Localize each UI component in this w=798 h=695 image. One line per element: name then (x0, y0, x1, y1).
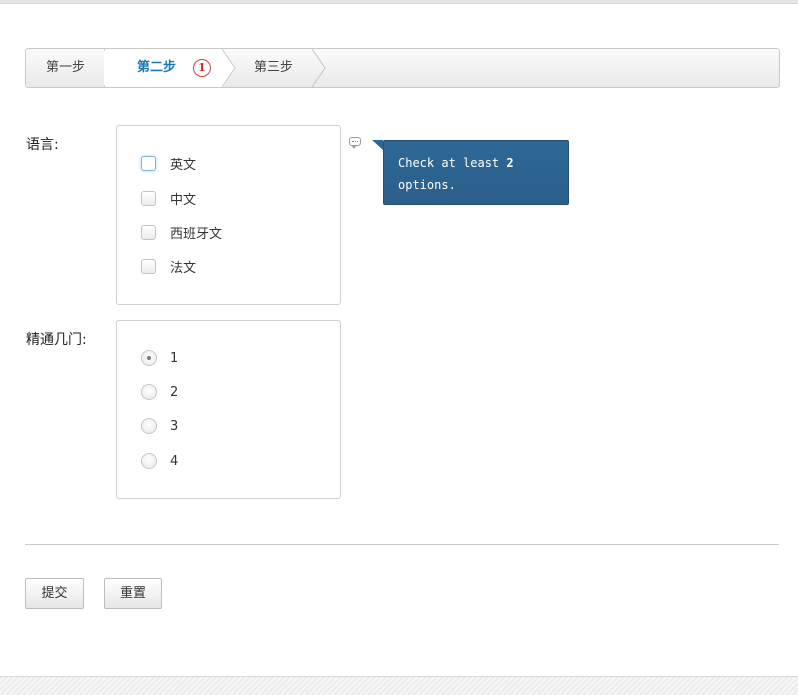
step-separator-icon (312, 49, 326, 87)
checkbox[interactable] (141, 258, 156, 274)
language-option-spanish[interactable]: 西班牙文 (141, 223, 223, 242)
validation-tooltip: Check at least 2 options. (383, 140, 569, 205)
option-label: 中文 (170, 192, 197, 208)
top-border (0, 0, 798, 4)
step-separator-icon (222, 49, 236, 87)
submit-button[interactable]: 提交 (25, 578, 84, 609)
radio[interactable] (141, 350, 157, 366)
tooltip-text-after: options. (398, 178, 456, 192)
divider (25, 544, 779, 545)
languages-label: 语言: (26, 137, 59, 153)
option-label: 1 (170, 350, 179, 366)
option-label: 西班牙文 (170, 226, 223, 242)
step-3[interactable]: 第三步 (236, 49, 346, 87)
option-label: 英文 (170, 157, 197, 173)
radio[interactable] (141, 453, 157, 469)
language-option-chinese[interactable]: 中文 (141, 189, 197, 208)
step-2-label: 第二步 (137, 60, 177, 75)
proficiency-label: 精通几门: (26, 332, 87, 348)
bottom-strip (0, 676, 798, 695)
comment-icon (349, 137, 361, 149)
tooltip-arrow (372, 140, 383, 150)
proficiency-option-1[interactable]: 1 (141, 349, 178, 367)
reset-button[interactable]: 重置 (104, 578, 162, 609)
option-label: 2 (170, 384, 179, 400)
proficiency-option-4[interactable]: 4 (141, 452, 178, 470)
tooltip-number: 2 (506, 156, 514, 170)
option-label: 法文 (170, 260, 197, 276)
step-1-label: 第一步 (46, 60, 86, 75)
radio[interactable] (141, 418, 157, 434)
option-label: 3 (170, 418, 179, 434)
proficiency-option-2[interactable]: 2 (141, 383, 178, 401)
step-2-error-badge: 1 (193, 59, 211, 77)
wizard-stepbar: 第一步 第二步 1 第三步 (25, 48, 780, 88)
languages-group: 英文 中文 西班牙文 法文 (116, 125, 341, 305)
language-option-french[interactable]: 法文 (141, 257, 197, 276)
tooltip-text-before: Check at least (398, 156, 507, 170)
option-label: 4 (170, 453, 179, 469)
checkbox[interactable] (141, 224, 156, 240)
step-2[interactable]: 第二步 1 (105, 49, 223, 87)
language-option-english[interactable]: 英文 (141, 154, 197, 173)
step-3-label: 第三步 (254, 60, 294, 75)
checkbox[interactable] (141, 155, 156, 171)
proficiency-option-3[interactable]: 3 (141, 417, 178, 435)
checkbox[interactable] (141, 190, 156, 206)
proficiency-group: 1 2 3 4 (116, 320, 341, 499)
radio[interactable] (141, 384, 157, 400)
